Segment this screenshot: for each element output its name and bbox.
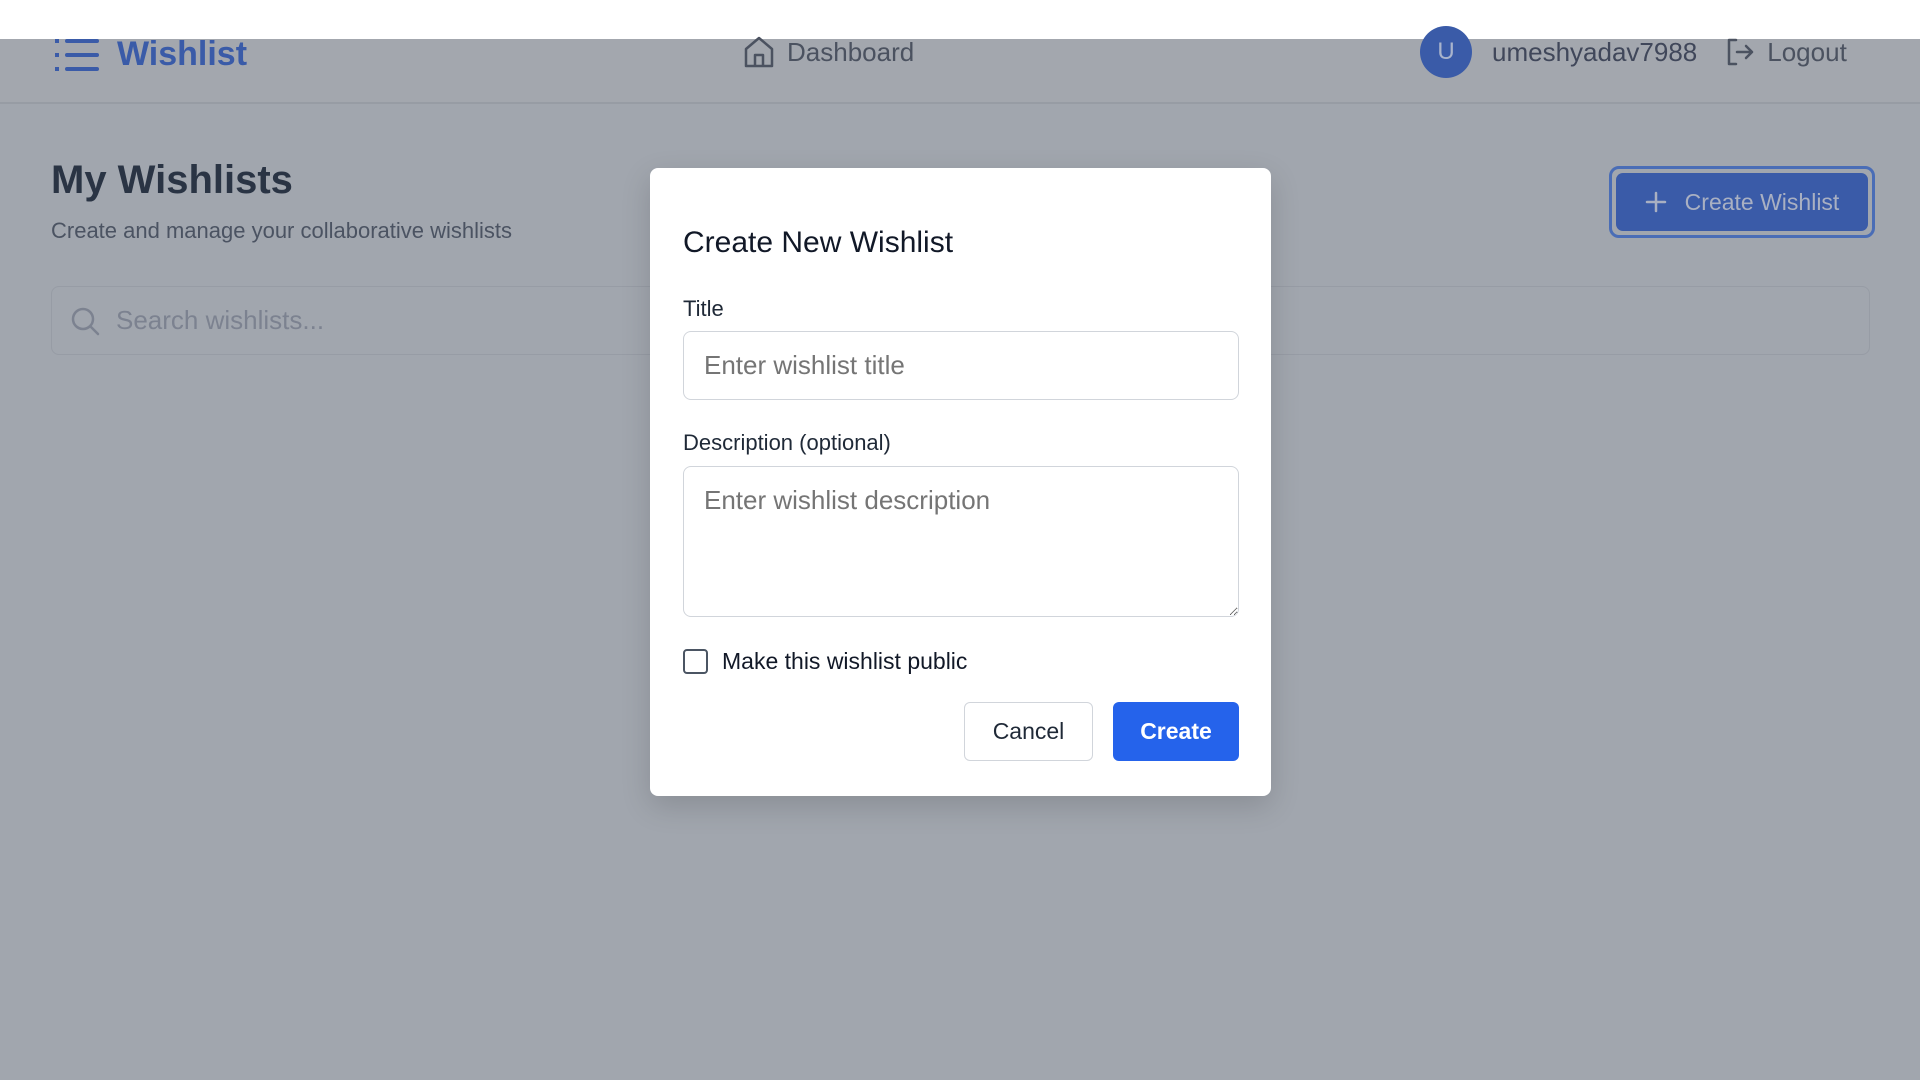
brand-logo[interactable]: Wishlist [55, 35, 247, 74]
nav-dashboard[interactable]: Dashboard [743, 35, 914, 69]
public-checkbox-row[interactable]: Make this wishlist public [683, 648, 967, 675]
title-label: Title [683, 296, 724, 321]
home-icon [744, 36, 774, 68]
avatar-initial: U [1437, 38, 1455, 65]
page-title: My Wishlists [51, 158, 293, 202]
dialog-title: Create New Wishlist [683, 226, 954, 259]
description-textarea[interactable] [683, 466, 1239, 617]
avatar[interactable]: U [1420, 26, 1472, 78]
create-button[interactable]: Create [1113, 702, 1239, 761]
cancel-button[interactable]: Cancel [964, 702, 1093, 761]
plus-icon [1645, 191, 1666, 213]
page-subtitle: Create and manage your collaborative wis… [51, 218, 513, 243]
brand-name: Wishlist [117, 35, 248, 73]
public-label: Make this wishlist public [722, 648, 968, 674]
user-menu: U umeshyadav7988 Logout [1420, 26, 1847, 78]
logout-icon [1728, 38, 1754, 66]
description-label: Description (optional) [683, 430, 891, 455]
create-wishlist-button[interactable]: Create Wishlist [1609, 166, 1875, 238]
public-checkbox[interactable] [683, 649, 708, 674]
search-icon [71, 307, 100, 335]
logout-button[interactable]: Logout [1725, 37, 1847, 68]
title-input[interactable] [683, 331, 1239, 400]
logout-label: Logout [1767, 36, 1847, 67]
nav-dashboard-label: Dashboard [787, 36, 915, 67]
create-wishlist-dialog: Create New Wishlist Title Description (o… [650, 168, 1271, 796]
username: umeshyadav7988 [1492, 36, 1698, 67]
create-wishlist-label: Create Wishlist [1684, 188, 1840, 215]
search-placeholder: Search wishlists... [116, 305, 325, 335]
header: Wishlist Dashboard U umeshyadav7988 Logo… [0, 26, 1920, 104]
list-icon [55, 38, 99, 71]
